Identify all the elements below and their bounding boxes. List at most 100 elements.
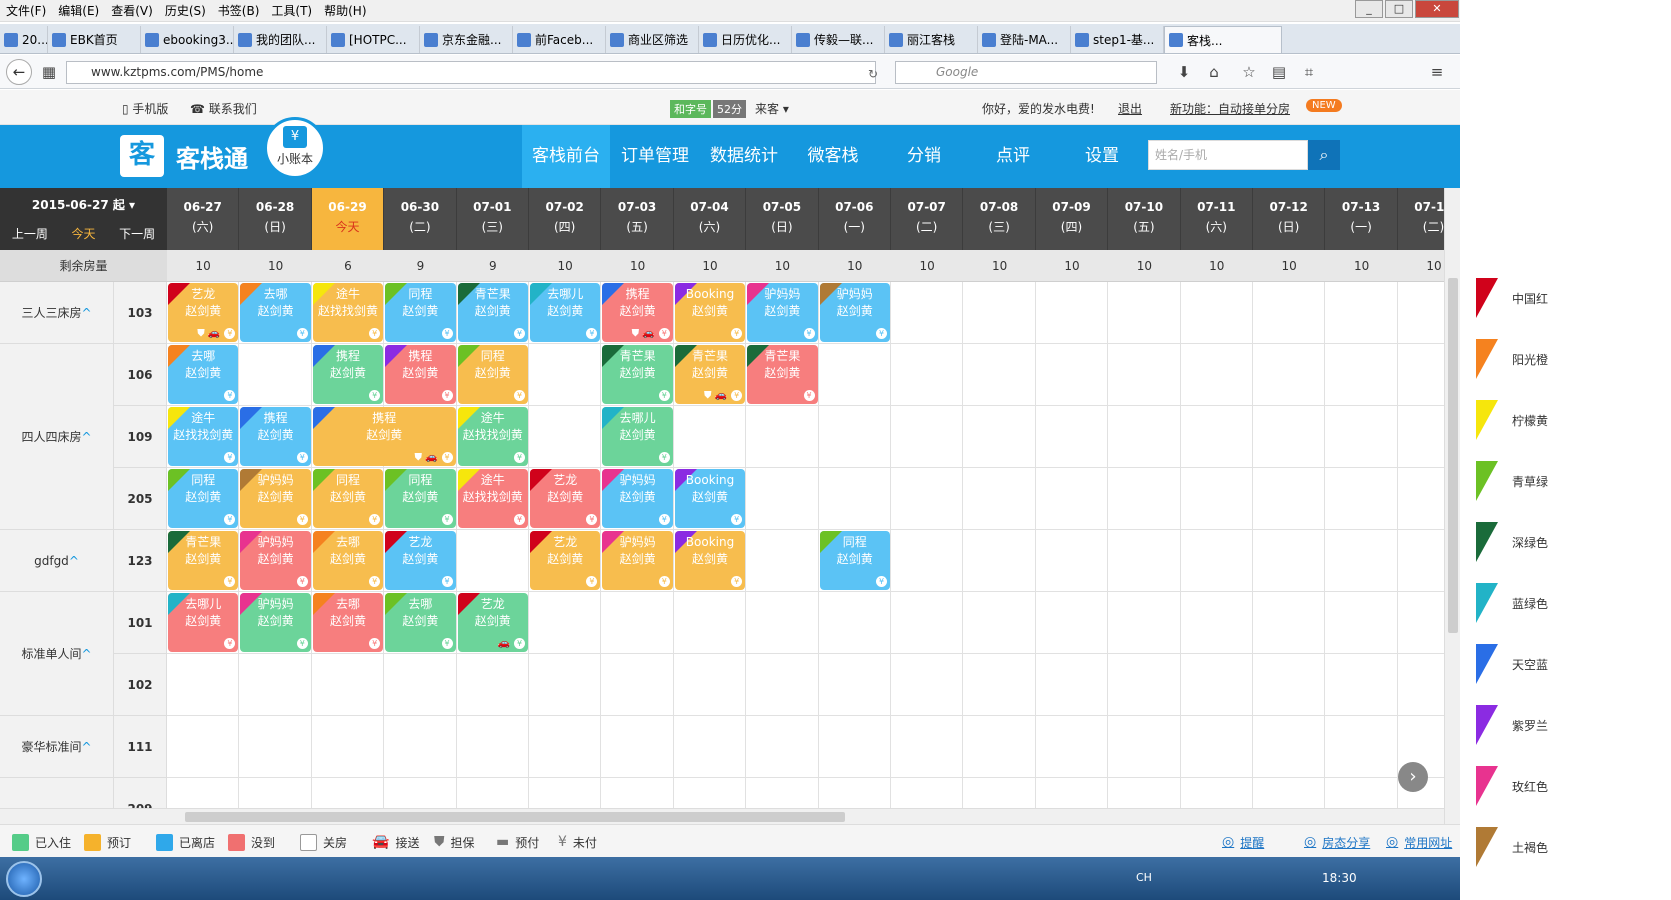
booking-block[interactable]: 同程 赵剑黄 ¥: [385, 283, 456, 342]
nav-3[interactable]: 微客栈: [789, 125, 877, 188]
nav-4[interactable]: 分销: [880, 125, 968, 188]
booking-block[interactable]: 青芒果 赵剑黄 ¥: [602, 345, 673, 404]
booking-block[interactable]: 携程 赵剑黄 ⛊ 🚗 ¥: [312, 407, 456, 466]
calendar-cell[interactable]: [239, 654, 312, 716]
calendar-cell[interactable]: [746, 468, 819, 530]
calendar-cell[interactable]: [311, 654, 385, 716]
menu-item[interactable]: 帮助(H): [318, 2, 372, 19]
calendar-cell[interactable]: [239, 716, 312, 778]
menu-icon[interactable]: ≡: [1428, 63, 1446, 81]
booking-block[interactable]: 去哪 赵剑黄 ¥: [312, 531, 384, 590]
date-header[interactable]: 07-02 (四): [529, 188, 602, 250]
date-header[interactable]: 06-29 今天: [311, 188, 385, 250]
calendar-cell[interactable]: [963, 468, 1036, 530]
room-type-label[interactable]: 三人三床房 ^: [0, 282, 114, 344]
today-button[interactable]: 今天: [71, 225, 95, 242]
calendar-cell[interactable]: [1253, 592, 1326, 654]
calendar-cell[interactable]: [1035, 592, 1109, 654]
calendar-cell[interactable]: [1253, 406, 1326, 468]
calendar-cell[interactable]: [384, 654, 457, 716]
calendar-cell[interactable]: [1180, 406, 1253, 468]
next-arrow-button[interactable]: ›: [1398, 762, 1428, 792]
calendar-cell[interactable]: [311, 716, 385, 778]
booking-block[interactable]: 驴妈妈 赵剑黄 ¥: [602, 531, 673, 590]
booking-block[interactable]: 青芒果 赵剑黄 ⛊ 🚗 ¥: [674, 345, 746, 404]
calendar-cell[interactable]: [746, 406, 819, 468]
date-header[interactable]: 06-27 (六): [167, 188, 240, 250]
booking-block[interactable]: 去哪儿 赵剑黄 ¥: [168, 593, 239, 652]
booking-block[interactable]: 驴妈妈 赵剑黄 ¥: [602, 469, 673, 528]
date-header[interactable]: 07-01 (三): [456, 188, 529, 250]
menu-item[interactable]: 工具(T): [265, 2, 318, 19]
browser-tab[interactable]: step1-基...: [1071, 26, 1164, 53]
booking-block[interactable]: 去哪 赵剑黄 ¥: [385, 593, 456, 652]
calendar-cell[interactable]: [963, 592, 1036, 654]
calendar-cell[interactable]: [963, 716, 1036, 778]
calendar-cell[interactable]: [891, 716, 964, 778]
ledger-button[interactable]: ¥ 小账本: [264, 117, 326, 179]
bookmark-star-icon[interactable]: ☆: [1240, 63, 1258, 81]
menu-item[interactable]: 书签(B): [212, 2, 266, 19]
calendar-cell[interactable]: [1325, 282, 1398, 344]
booking-block[interactable]: 驴妈妈 赵剑黄 ¥: [747, 283, 818, 342]
calendar-cell[interactable]: [818, 406, 891, 468]
nav-1[interactable]: 订单管理: [611, 125, 699, 188]
legend-link[interactable]: ◎ 提醒: [1222, 834, 1264, 850]
browser-tab[interactable]: EBK首页: [48, 26, 141, 53]
date-header[interactable]: 07-09 (四): [1035, 188, 1109, 250]
calendar-cell[interactable]: [1325, 406, 1398, 468]
calendar-cell[interactable]: [746, 716, 819, 778]
menu-item[interactable]: 文件(F): [0, 2, 52, 19]
calendar-cell[interactable]: [891, 406, 964, 468]
calendar-cell[interactable]: [1253, 282, 1326, 344]
booking-block[interactable]: 同程 赵剑黄 ¥: [312, 469, 384, 528]
browser-tab[interactable]: 商业区筛选: [606, 26, 699, 53]
date-header[interactable]: 07-12 (日): [1253, 188, 1326, 250]
calendar-cell[interactable]: [891, 344, 964, 406]
start-button[interactable]: [6, 861, 42, 897]
date-header[interactable]: 07-06 (一): [818, 188, 891, 250]
minimize-button[interactable]: _: [1355, 0, 1383, 18]
calendar-cell[interactable]: [673, 592, 747, 654]
calendar-cell[interactable]: [1035, 282, 1109, 344]
nav-6[interactable]: 设置: [1058, 125, 1146, 188]
browser-tab[interactable]: [HOTPC...: [327, 26, 420, 53]
browser-tab[interactable]: 登陆-MA...: [978, 26, 1071, 53]
calendar-cell[interactable]: [1108, 716, 1181, 778]
booking-block[interactable]: 途牛 赵找找剑黄 ¥: [457, 469, 528, 528]
calendar-cell[interactable]: [818, 716, 891, 778]
horizontal-scrollbar[interactable]: [0, 808, 1444, 824]
date-header[interactable]: 07-13 (一): [1325, 188, 1398, 250]
booking-block[interactable]: Booking 赵剑黄 ¥: [674, 283, 746, 342]
booking-block[interactable]: 驴妈妈 赵剑黄 ¥: [819, 283, 890, 342]
booking-block[interactable]: 携程 赵剑黄 ¥: [240, 407, 311, 466]
new-feature-link[interactable]: 新功能：自动接单分房: [1170, 100, 1290, 117]
menu-item[interactable]: 查看(V): [105, 2, 159, 19]
booking-block[interactable]: 同程 赵剑黄 ¥: [385, 469, 456, 528]
booking-block[interactable]: 携程 赵剑黄 ⛊ 🚗 ¥: [602, 283, 673, 342]
booking-block[interactable]: 艺龙 赵剑黄 ⛊ 🚗 ¥: [168, 283, 239, 342]
date-header[interactable]: 07-07 (二): [891, 188, 964, 250]
booking-block[interactable]: 驴妈妈 赵剑黄 ¥: [240, 531, 311, 590]
booking-block[interactable]: 同程 赵剑黄 ¥: [168, 469, 239, 528]
booking-block[interactable]: 艺龙 赵剑黄 🚗 ¥: [457, 593, 528, 652]
room-type-label[interactable]: 四人四床房 ^: [0, 344, 114, 530]
legend-link[interactable]: ◎ 房态分享: [1304, 834, 1370, 850]
booking-block[interactable]: Booking 赵剑黄 ¥: [674, 469, 746, 528]
menu-item[interactable]: 编辑(E): [52, 2, 105, 19]
next-week-button[interactable]: 下一周: [119, 225, 155, 242]
calendar-cell[interactable]: [601, 592, 674, 654]
calendar-cell[interactable]: [1108, 592, 1181, 654]
booking-block[interactable]: 同程 赵剑黄 ¥: [457, 345, 528, 404]
crop-icon[interactable]: ⌗: [1300, 63, 1318, 81]
clipboard-icon[interactable]: ▤: [1270, 63, 1288, 81]
booking-block[interactable]: 艺龙 赵剑黄 ¥: [530, 469, 601, 528]
browser-tab[interactable]: 传毅—联...: [792, 26, 885, 53]
calendar-cell[interactable]: [1180, 344, 1253, 406]
booking-block[interactable]: 驴妈妈 赵剑黄 ¥: [240, 593, 311, 652]
calendar-cell[interactable]: [1253, 716, 1326, 778]
calendar-cell[interactable]: [891, 530, 964, 592]
calendar-cell[interactable]: [1253, 468, 1326, 530]
booking-block[interactable]: 青芒果 赵剑黄 ¥: [457, 283, 528, 342]
calendar-cell[interactable]: [529, 592, 602, 654]
